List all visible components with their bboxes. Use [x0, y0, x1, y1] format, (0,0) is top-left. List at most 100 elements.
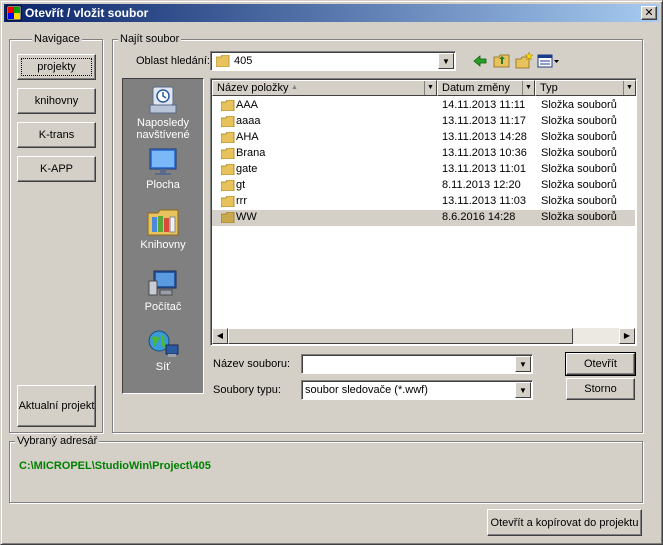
- horizontal-scrollbar[interactable]: ◀ ▶: [212, 328, 635, 344]
- item-date: 14.11.2013 11:11: [442, 99, 526, 111]
- item-type: Složka souborů: [541, 195, 617, 207]
- look-in-label: Oblast hledání:: [136, 55, 210, 67]
- folder-icon: [221, 116, 235, 127]
- item-name: aaaa: [236, 115, 261, 127]
- list-item[interactable]: gt 8.11.2013 12:20 Složka souborů: [212, 178, 635, 194]
- current-project-button[interactable]: Aktualní projekt: [17, 385, 96, 427]
- item-date: 13.11.2013 11:03: [442, 195, 527, 207]
- k-app-button-label: K-APP: [39, 163, 73, 175]
- open-button[interactable]: Otevřít: [565, 352, 636, 376]
- navigation-group-label: Navigace: [32, 33, 82, 45]
- folder-icon: [221, 180, 235, 191]
- file-type-label: Soubory typu:: [213, 384, 281, 396]
- place-libraries[interactable]: Knihovny: [123, 207, 203, 251]
- open-button-label: Otevřít: [583, 358, 617, 370]
- open-and-copy-button[interactable]: Otevřít a kopírovat do projektu: [487, 509, 642, 536]
- projects-button-label: projekty: [37, 61, 76, 73]
- file-name-label: Název souboru:: [213, 358, 291, 370]
- chevron-down-icon: ▼: [519, 385, 527, 395]
- file-type-value: soubor sledovače (*.wwf): [305, 384, 428, 396]
- column-date-dropdown-icon[interactable]: ▼: [522, 81, 534, 95]
- list-item[interactable]: aaaa 13.11.2013 11:17 Složka souborů: [212, 114, 635, 130]
- item-type: Složka souborů: [541, 163, 617, 175]
- cancel-button-label: Storno: [584, 383, 617, 395]
- network-icon: [148, 330, 179, 357]
- place-desktop-label: Plocha: [146, 179, 180, 191]
- item-name: Brana: [236, 147, 266, 159]
- cancel-button[interactable]: Storno: [566, 378, 635, 400]
- column-header-name[interactable]: Název položky ▲ ▼: [212, 80, 437, 96]
- title-bar[interactable]: Otevřít / vložit soubor ✕: [4, 4, 659, 22]
- item-name: WW: [236, 211, 257, 223]
- close-button[interactable]: ✕: [641, 6, 657, 20]
- item-date: 13.11.2013 10:36: [442, 147, 527, 159]
- place-network-label: Síť: [155, 361, 171, 373]
- chevron-down-icon: ▼: [442, 56, 450, 66]
- folder-icon: [221, 148, 235, 159]
- recent-places-icon: [149, 86, 177, 114]
- file-type-dropdown-button[interactable]: ▼: [515, 382, 531, 398]
- place-recent-label: Naposledy navštívené: [136, 117, 190, 141]
- list-item[interactable]: AHA 13.11.2013 14:28 Složka souborů: [212, 130, 635, 146]
- selected-address-path: C:\MICROPEL\StudioWin\Project\405: [19, 460, 211, 472]
- k-trans-button[interactable]: K-trans: [17, 122, 96, 148]
- column-header-type-label: Typ: [540, 82, 558, 94]
- item-name: gt: [236, 179, 246, 191]
- folder-icon: [221, 100, 235, 111]
- column-name-dropdown-icon[interactable]: ▼: [424, 81, 436, 95]
- column-type-dropdown-icon[interactable]: ▼: [623, 81, 635, 95]
- computer-icon: [148, 270, 177, 296]
- look-in-value: 405: [234, 55, 253, 67]
- view-menu-icon[interactable]: [537, 52, 561, 70]
- scroll-right-button[interactable]: ▶: [619, 328, 635, 344]
- place-recent[interactable]: Naposledy navštívené: [123, 85, 203, 141]
- item-name: AAA: [236, 99, 259, 111]
- look-in-dropdown-button[interactable]: ▼: [438, 53, 454, 69]
- place-computer[interactable]: Počítač: [123, 269, 203, 313]
- item-type: Složka souborů: [541, 115, 617, 127]
- file-type-combo[interactable]: soubor sledovače (*.wwf) ▼: [301, 380, 533, 400]
- item-type: Složka souborů: [541, 147, 617, 159]
- back-arrow-icon[interactable]: [471, 52, 489, 70]
- chevron-left-icon: ◀: [216, 331, 224, 340]
- scroll-left-button[interactable]: ◀: [212, 328, 228, 344]
- file-list[interactable]: Název položky ▲ ▼ Datum změny ▼ Typ ▼ AA…: [210, 78, 637, 346]
- chevron-right-icon: ▶: [623, 331, 631, 340]
- list-item[interactable]: Brana 13.11.2013 10:36 Složka souborů: [212, 146, 635, 162]
- folder-icon: [221, 196, 235, 207]
- place-network[interactable]: Síť: [123, 329, 203, 373]
- item-name: AHA: [236, 131, 259, 143]
- find-file-group-label: Najít soubor: [118, 33, 182, 45]
- selected-address-group-label: Vybraný adresář: [15, 435, 100, 447]
- item-type: Složka souborů: [541, 131, 617, 143]
- item-date: 8.11.2013 12:20: [442, 179, 521, 191]
- current-project-button-label: Aktualní projekt: [18, 400, 95, 412]
- new-folder-icon[interactable]: [515, 52, 533, 70]
- item-name: rrr: [236, 195, 247, 207]
- list-item[interactable]: rrr 13.11.2013 11:03 Složka souborů: [212, 194, 635, 210]
- look-in-combo[interactable]: 405 ▼: [210, 51, 456, 71]
- file-name-combo[interactable]: ▼: [301, 354, 533, 374]
- column-header-date-label: Datum změny: [442, 82, 510, 94]
- libraries-icon: [147, 209, 179, 236]
- desktop-icon: [149, 148, 177, 175]
- list-item[interactable]: gate 13.11.2013 11:01 Složka souborů: [212, 162, 635, 178]
- place-desktop[interactable]: Plocha: [123, 147, 203, 191]
- column-header-date[interactable]: Datum změny ▼: [437, 80, 535, 96]
- selected-address-group: Vybraný adresář: [9, 435, 643, 503]
- item-date: 13.11.2013 14:28: [442, 131, 527, 143]
- projects-button[interactable]: projekty: [17, 54, 96, 80]
- column-header-type[interactable]: Typ ▼: [535, 80, 636, 96]
- list-item[interactable]: AAA 14.11.2013 11:11 Složka souborů: [212, 98, 635, 114]
- window-title: Otevřít / vložit soubor: [25, 6, 149, 20]
- close-icon: ✕: [644, 7, 654, 19]
- scroll-thumb[interactable]: [228, 328, 573, 344]
- up-folder-icon[interactable]: [493, 52, 511, 70]
- place-libraries-label: Knihovny: [140, 239, 186, 251]
- k-app-button[interactable]: K-APP: [17, 156, 96, 182]
- libraries-button[interactable]: knihovny: [17, 88, 96, 114]
- libraries-button-label: knihovny: [34, 95, 79, 107]
- place-computer-label: Počítač: [144, 301, 182, 313]
- file-name-dropdown-button[interactable]: ▼: [515, 356, 531, 372]
- list-item[interactable]: WW 8.6.2016 14:28 Složka souborů: [212, 210, 635, 226]
